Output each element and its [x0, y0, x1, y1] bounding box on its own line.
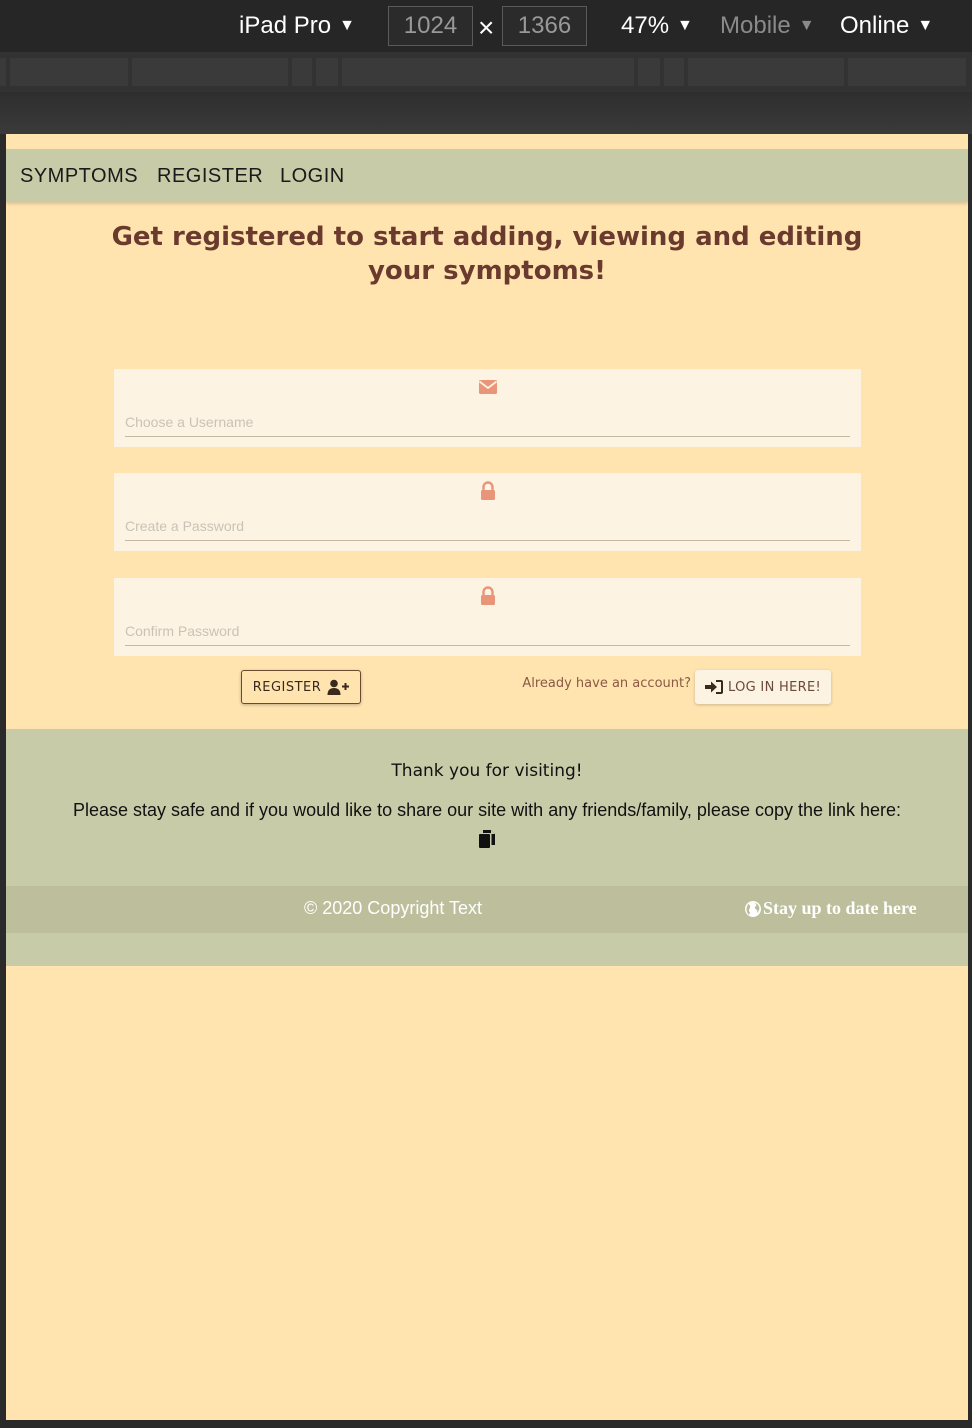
envelope-icon [478, 380, 498, 394]
zoom-select[interactable]: 47% ▼ [621, 10, 693, 42]
copyright-text: © 2020 Copyright Text [304, 898, 483, 918]
devtools-toolbar: iPad Pro ▼ 1024 × 1366 47% ▼ Mobile ▼ Onlin… [0, 0, 972, 52]
ruler-segment[interactable] [0, 58, 6, 86]
footer: Thank you for visiting! Please stay safe… [6, 729, 968, 966]
stay-updated-label: Stay up to date here [763, 898, 917, 918]
thanks-text: Thank you for visiting! [391, 761, 583, 781]
caret-down-icon: ▼ [339, 17, 355, 34]
device-viewport: SYMPTOMS REGISTER LOGIN Get registered t… [6, 134, 968, 1420]
globe-icon [745, 900, 761, 917]
caret-down-icon: ▼ [798, 17, 815, 34]
throttle-label: Mobile [720, 12, 791, 39]
device-label: iPad Pro [239, 12, 332, 39]
network-label: Online [840, 12, 910, 39]
viewport-bottom-edge [0, 1420, 972, 1428]
ruler-segment[interactable] [10, 58, 128, 86]
nav-item-symptoms[interactable]: SYMPTOMS [20, 163, 138, 189]
ruler-segment[interactable] [638, 58, 660, 86]
password-input[interactable] [125, 511, 850, 541]
confirm-password-input[interactable] [125, 616, 850, 646]
lock-icon [481, 481, 495, 500]
times-icon: × [478, 12, 495, 43]
ruler-segment[interactable] [292, 58, 312, 86]
register-button-label: REGISTER [252, 679, 322, 695]
caret-down-icon: ▼ [917, 17, 934, 34]
caret-down-icon: ▼ [677, 17, 693, 34]
copy-icon[interactable] [476, 828, 498, 850]
confirm-password-field-container [114, 578, 861, 656]
page-title: Get registered to start adding, viewing … [111, 222, 863, 286]
password-field-container [114, 473, 861, 551]
stay-updated-link[interactable]: Stay up to date here [744, 898, 917, 919]
ruler-segment[interactable] [342, 58, 634, 86]
navbar: SYMPTOMS REGISTER LOGIN [6, 149, 968, 202]
username-field-container [114, 369, 861, 447]
ruler-segment[interactable] [688, 58, 844, 86]
sign-in-icon [705, 680, 724, 694]
ruler-segment[interactable] [664, 58, 684, 86]
ruler-segment[interactable] [132, 58, 288, 86]
zoom-label: 47% [621, 12, 670, 39]
username-input[interactable] [125, 407, 850, 437]
login-here-label: LOG IN HERE! [728, 679, 821, 695]
viewport-gutter [0, 92, 972, 134]
network-select[interactable]: Online ▼ [840, 10, 933, 42]
nav-item-register[interactable]: REGISTER [157, 163, 263, 189]
already-account-text: Already have an account? [522, 676, 691, 691]
throttle-select[interactable]: Mobile ▼ [720, 10, 815, 42]
copyright-bar: © 2020 Copyright Text Stay up to date he… [6, 886, 968, 933]
login-here-button[interactable]: LOG IN HERE! [695, 670, 831, 704]
share-text: Please stay safe and if you would like t… [72, 800, 902, 820]
media-query-ruler[interactable] [0, 52, 972, 92]
ruler-segment[interactable] [316, 58, 338, 86]
ruler-segment[interactable] [848, 58, 966, 86]
width-input[interactable]: 1024 [388, 6, 473, 46]
device-select[interactable]: iPad Pro ▼ [239, 10, 355, 42]
user-plus-icon [327, 679, 350, 695]
register-button[interactable]: REGISTER [241, 670, 361, 704]
nav-item-login[interactable]: LOGIN [280, 163, 345, 189]
lock-icon [481, 586, 495, 605]
viewport-right-edge [968, 134, 972, 1420]
height-input[interactable]: 1366 [502, 6, 587, 46]
